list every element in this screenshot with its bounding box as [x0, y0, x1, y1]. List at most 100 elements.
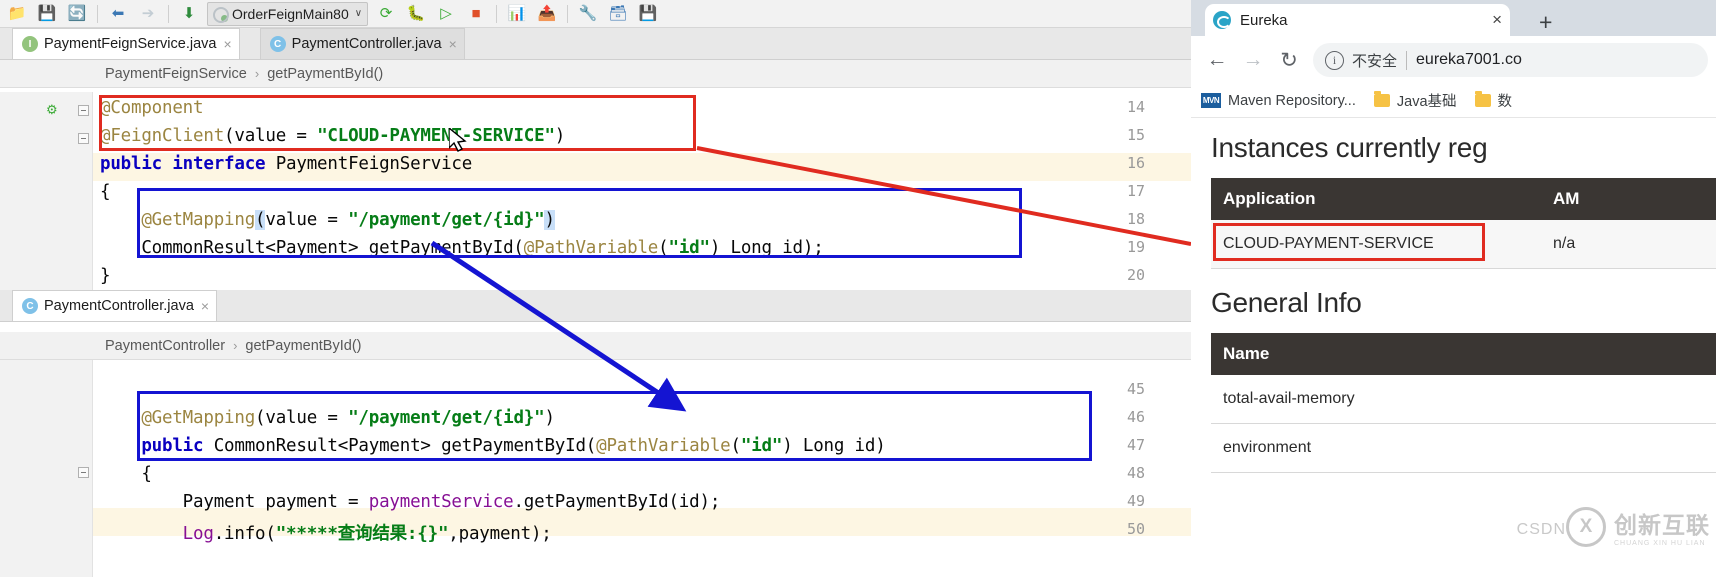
forward-icon[interactable]: ➔ [133, 1, 163, 27]
instances-heading: Instances currently reg [1191, 118, 1716, 164]
code-token: "/payment/get/{id}" [348, 210, 544, 230]
column-name: Name [1211, 344, 1553, 364]
profiler-icon[interactable]: 📊 [502, 1, 532, 27]
code-line[interactable]: { [100, 464, 152, 484]
toolbar-divider [97, 5, 98, 23]
editor-tab-strip: I PaymentFeignService.java × C PaymentCo… [0, 28, 1191, 60]
folder-icon [1475, 94, 1491, 107]
line-number: 20 [1127, 266, 1145, 284]
code-token: CommonResult<Payment> getPaymentById( [100, 238, 524, 258]
bookmark-label: Java基础 [1397, 90, 1457, 111]
line-number: 45 [1127, 380, 1145, 398]
run-configuration-selector[interactable]: OrderFeignMain80 ∨ [207, 2, 368, 26]
code-token: { [100, 464, 152, 484]
close-icon[interactable]: × [223, 36, 231, 52]
column-ami: AM [1553, 189, 1579, 209]
breadcrumb-class[interactable]: PaymentFeignService [105, 66, 247, 82]
save-icon[interactable]: 💾 [633, 1, 663, 27]
bookmark-label: 数 [1498, 90, 1513, 111]
breadcrumb-method[interactable]: getPaymentById() [267, 66, 383, 82]
breadcrumb-top: PaymentFeignService › getPaymentById() [0, 60, 1191, 88]
attach-icon[interactable]: 📤 [532, 1, 562, 27]
tab-label: PaymentController.java [44, 298, 194, 314]
line-number: 14 [1127, 98, 1145, 116]
line-number: 50 [1127, 520, 1145, 538]
close-icon[interactable]: × [1492, 10, 1502, 30]
code-token: paymentService [369, 492, 514, 512]
code-token: @FeignClient [100, 126, 224, 146]
application-name[interactable]: CLOUD-PAYMENT-SERVICE [1211, 235, 1553, 253]
url-text: eureka7001.co [1416, 51, 1522, 69]
close-icon[interactable]: × [201, 298, 209, 314]
code-line[interactable]: @GetMapping(value = "/payment/get/{id}") [100, 408, 555, 428]
code-fold-toggle[interactable] [78, 467, 89, 478]
sync-icon[interactable]: 🔄 [62, 1, 92, 27]
code-line[interactable]: CommonResult<Payment> getPaymentById(@Pa… [100, 238, 824, 258]
code-token: "CLOUD-PAYMENT-SERVICE" [317, 126, 555, 146]
run-coverage-icon[interactable]: ▷ [431, 1, 461, 27]
code-line[interactable]: @FeignClient(value = "CLOUD-PAYMENT-SERV… [100, 126, 565, 146]
watermark-subtext: CHUANG XIN HU LIAN [1614, 540, 1710, 547]
database-icon[interactable]: 🗃 [603, 1, 633, 27]
back-icon[interactable]: ⬅ [103, 1, 133, 27]
code-token: .getPaymentById(id); [513, 492, 720, 512]
tab-payment-feign-service[interactable]: I PaymentFeignService.java × [12, 28, 240, 59]
code-token: ) Long id); [710, 238, 824, 258]
debug-icon[interactable]: 🐛 [401, 1, 431, 27]
code-line[interactable]: public interface PaymentFeignService [100, 154, 472, 174]
reload-icon[interactable]: ↻ [1271, 42, 1307, 78]
code-token: ) [544, 210, 554, 230]
browser-tab-eureka[interactable]: Eureka × [1205, 4, 1510, 36]
code-token: (value = [255, 408, 348, 428]
compile-icon[interactable]: ⬇ [174, 1, 204, 27]
code-token: @GetMapping [100, 210, 255, 230]
new-tab-button[interactable]: + [1539, 9, 1552, 36]
editor-bottom[interactable]: 4546 @GetMapping(value = "/payment/get/{… [0, 360, 1191, 577]
tab-payment-controller[interactable]: C PaymentController.java × [260, 28, 465, 59]
chevron-down-icon[interactable]: ∨ [355, 8, 362, 19]
code-token: PaymentFeignService [276, 154, 472, 174]
open-project-icon[interactable]: 📁 [2, 1, 32, 27]
code-fold-toggle[interactable] [78, 133, 89, 144]
code-line[interactable]: } [100, 266, 110, 286]
site-info-icon[interactable]: i [1325, 51, 1344, 70]
breadcrumb-class[interactable]: PaymentController [105, 338, 225, 354]
stop-icon[interactable]: ■ [461, 1, 491, 27]
line-marker-icon[interactable]: ⚙ [46, 102, 60, 116]
code-line[interactable]: @GetMapping(value = "/payment/get/{id}") [100, 210, 555, 230]
run-icon[interactable]: ⟳ [371, 1, 401, 27]
code-line[interactable]: public CommonResult<Payment> getPaymentB… [100, 436, 886, 456]
code-line[interactable]: Payment payment = paymentService.getPaym… [100, 492, 720, 512]
ami-value: n/a [1553, 235, 1575, 253]
line-number: 16 [1127, 154, 1145, 172]
run-config-icon [211, 5, 228, 22]
code-line[interactable]: Log.info("*****查询结果:{}",payment); [100, 520, 552, 545]
bookmark-java-basics[interactable]: Java基础 [1374, 90, 1457, 111]
breadcrumb-separator: › [255, 66, 259, 81]
address-bar[interactable]: i 不安全 eureka7001.co [1313, 43, 1708, 77]
toolbar-divider [168, 5, 169, 23]
code-token: "id" [741, 436, 782, 456]
save-all-icon[interactable]: 💾 [32, 1, 62, 27]
code-token: .info( [214, 524, 276, 544]
back-icon[interactable]: ← [1199, 42, 1235, 78]
code-line[interactable]: { [100, 182, 110, 202]
table-row: environment [1211, 424, 1716, 473]
tab-payment-controller-bottom[interactable]: C PaymentController.java × [12, 290, 217, 321]
instances-table: Application AM CLOUD-PAYMENT-SERVICE n/a [1211, 178, 1716, 269]
table-row: total-avail-memory [1211, 375, 1716, 424]
watermark-logo-icon: X [1566, 507, 1606, 547]
bookmark-maven-repository[interactable]: MVN Maven Repository... [1201, 93, 1356, 109]
close-icon[interactable]: × [449, 36, 457, 52]
line-number: 48 [1127, 464, 1145, 482]
breadcrumb-method[interactable]: getPaymentById() [245, 338, 361, 354]
settings-icon[interactable]: 🔧 [573, 1, 603, 27]
editor-top[interactable]: ⚙ 14@Component15@FeignClient(value = "CL… [0, 92, 1191, 290]
bookmark-database[interactable]: 数 [1475, 90, 1513, 111]
code-fold-toggle[interactable] [78, 105, 89, 116]
code-token: @PathVariable [596, 436, 730, 456]
code-line[interactable]: @Component [100, 98, 203, 118]
instances-table-header: Application AM [1211, 178, 1716, 220]
forward-icon[interactable]: → [1235, 42, 1271, 78]
code-token: @Component [100, 98, 203, 118]
